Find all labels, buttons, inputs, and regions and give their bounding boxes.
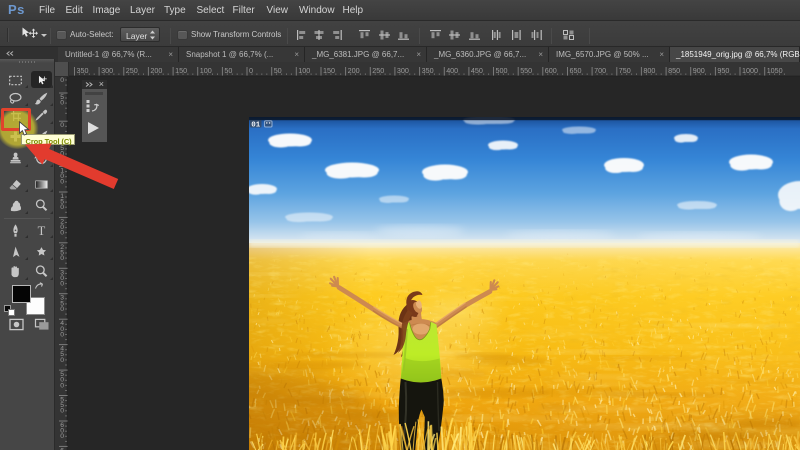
svg-text:400: 400 (446, 66, 458, 75)
svg-text:250: 250 (372, 66, 384, 75)
svg-text:250: 250 (126, 66, 138, 75)
svg-text:500: 500 (496, 66, 508, 75)
svg-text:100: 100 (200, 66, 212, 75)
svg-text:0: 0 (60, 255, 64, 262)
svg-text:450: 450 (471, 66, 483, 75)
svg-text:01: 01 (251, 121, 261, 129)
svg-text:0: 0 (60, 357, 64, 364)
svg-text:700: 700 (594, 66, 606, 75)
svg-text:0: 0 (60, 306, 64, 313)
svg-text:300: 300 (397, 66, 409, 75)
svg-text:200: 200 (348, 66, 360, 75)
svg-text:50: 50 (224, 66, 232, 75)
svg-text:850: 850 (668, 66, 680, 75)
svg-text:600: 600 (545, 66, 557, 75)
svg-text:650: 650 (570, 66, 582, 75)
svg-text:150: 150 (323, 66, 335, 75)
svg-text:50: 50 (274, 66, 282, 75)
svg-text:0: 0 (60, 331, 64, 338)
svg-text:T: T (38, 224, 46, 238)
svg-text:900: 900 (693, 66, 705, 75)
svg-text:0: 0 (60, 433, 64, 440)
svg-text:150: 150 (175, 66, 187, 75)
svg-text:0: 0 (60, 408, 64, 415)
svg-text:350: 350 (422, 66, 434, 75)
svg-text:0: 0 (60, 77, 64, 84)
svg-text:0: 0 (60, 100, 64, 107)
svg-text:0: 0 (60, 230, 64, 237)
svg-text:550: 550 (520, 66, 532, 75)
svg-text:100: 100 (298, 66, 310, 75)
svg-text:0: 0 (60, 122, 64, 129)
svg-text:200: 200 (150, 66, 162, 75)
svg-text:0: 0 (60, 281, 64, 288)
svg-text:300: 300 (101, 66, 113, 75)
svg-text:750: 750 (619, 66, 631, 75)
svg-text:350: 350 (77, 66, 89, 75)
svg-text:950: 950 (717, 66, 729, 75)
svg-text:0: 0 (60, 382, 64, 389)
svg-text:0: 0 (60, 204, 64, 211)
svg-text:800: 800 (643, 66, 655, 75)
